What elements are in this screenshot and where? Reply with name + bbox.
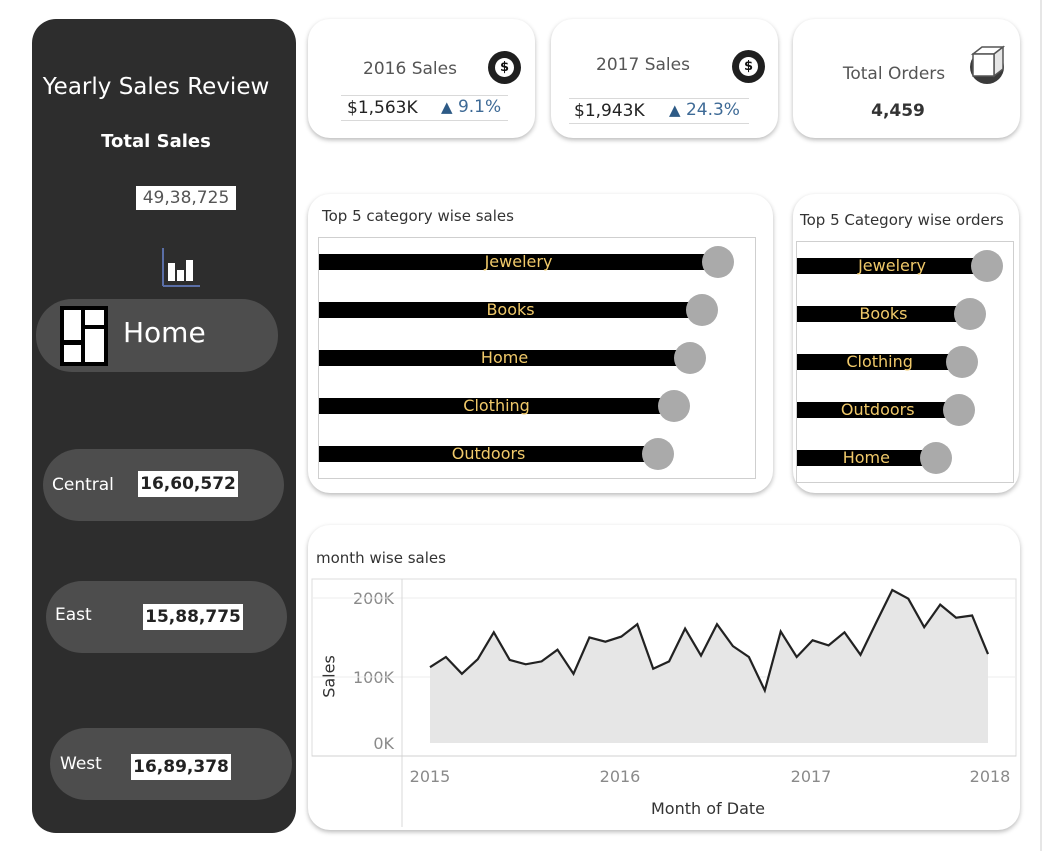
window-edge [1040, 0, 1042, 851]
home-nav-label[interactable]: Home [123, 316, 206, 349]
month-sales-plot [311, 578, 1017, 827]
kpi-title-2016: 2016 Sales [363, 59, 457, 79]
bar-label: Home [480, 348, 529, 367]
kpi-change-2017: ▲ 24.3% [669, 100, 740, 120]
top5-orders-card: Top 5 Category wise orders Jewelery Books… [793, 194, 1019, 493]
box-icon [969, 45, 1006, 89]
top5-sales-plot: Jewelery Books Home Clothing Outdoors [318, 237, 756, 479]
bar-label: Outdoors [840, 400, 915, 419]
total-sales-label: Total Sales [101, 131, 211, 152]
bar-label: Jewelery [484, 252, 553, 271]
region-value-east: 15,88,775 [143, 604, 243, 630]
dollar-coin-icon: $ [732, 50, 765, 83]
top5-sales-card: Top 5 category wise sales Jewelery Books H… [308, 194, 773, 493]
bar-label: Home [842, 448, 890, 467]
top5-orders-plot: Jewelery Books Clothing Outdoors Home [796, 241, 1014, 483]
dollar-coin-icon: $ [488, 51, 521, 84]
area-fill [430, 590, 988, 743]
kpi-value-orders: 4,459 [871, 101, 925, 121]
kpi-title-orders: Total Orders [842, 64, 946, 84]
sidebar: Yearly Sales Review Total Sales 49,38,72… [32, 19, 296, 833]
month-sales-card: month wise sales Sales 200K 100K 0K 2015… [308, 525, 1020, 830]
kpi-card-2016-sales: 2016 Sales $ $1,563K ▲ 9.1% [308, 19, 535, 138]
dashboard-layout-icon [60, 306, 108, 370]
chart-title-top5-sales: Top 5 category wise sales [322, 207, 514, 225]
total-sales-value: 49,38,725 [136, 186, 236, 210]
kpi-card-2017-sales: 2017 Sales $ $1,943K ▲ 24.3% [551, 19, 778, 138]
region-label-west: West [60, 754, 102, 774]
kpi-title-2017: 2017 Sales [596, 55, 690, 75]
region-label-central: Central [52, 475, 114, 495]
bar-label: Books [859, 304, 908, 323]
bar-label: Jewelery [858, 256, 926, 275]
bar-label: Books [486, 300, 535, 319]
kpi-row-2016: $1,563K ▲ 9.1% [341, 95, 508, 121]
kpi-card-total-orders: Total Orders 4,459 [793, 19, 1020, 138]
bar-chart-icon[interactable] [160, 246, 204, 292]
bar-label: Clothing [846, 352, 913, 371]
region-value-west: 16,89,378 [131, 754, 231, 780]
dashboard-title: Yearly Sales Review [42, 74, 270, 100]
up-arrow-icon: ▲ [441, 98, 453, 116]
kpi-change-2016: ▲ 9.1% [441, 97, 502, 117]
kpi-row-2017: $1,943K ▲ 24.3% [569, 98, 749, 124]
bar-label: Outdoors [451, 444, 526, 463]
kpi-value-2016: $1,563K [347, 98, 418, 118]
kpi-value-2017: $1,943K [574, 101, 645, 121]
up-arrow-icon: ▲ [669, 101, 681, 119]
region-label-east: East [55, 605, 92, 625]
chart-title-top5-orders: Top 5 Category wise orders [800, 211, 1004, 229]
bar-label: Clothing [463, 396, 530, 415]
region-value-central: 16,60,572 [138, 471, 238, 497]
